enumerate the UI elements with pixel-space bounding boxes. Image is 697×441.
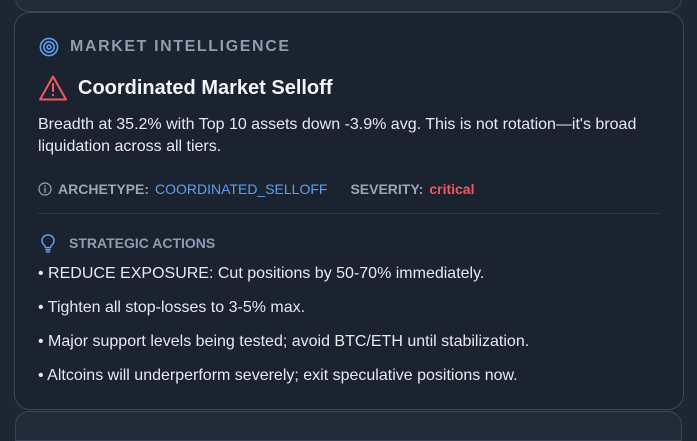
action-item: • Tighten all stop-losses to 3-5% max. [38,299,306,316]
actions-list: • REDUCE EXPOSURE: Cut positions by 50-7… [38,263,529,399]
action-item: • REDUCE EXPOSURE: Cut positions by 50-7… [38,265,485,282]
alert-header: Coordinated Market Selloff [38,73,332,103]
alert-title: Coordinated Market Selloff [78,76,333,99]
target-icon [39,37,59,57]
divider [38,213,661,214]
archetype-value: COORDINATED_SELLOFF [155,181,328,197]
lightbulb-icon [39,233,57,253]
severity-label: SEVERITY: [350,181,424,197]
severity-value: critical [429,181,475,197]
previous-card [15,0,682,12]
actions-header: STRATEGIC ACTIONS [39,233,215,253]
next-card [15,411,682,441]
actions-title: STRATEGIC ACTIONS [69,235,216,251]
action-item: • Major support levels being tested; avo… [38,333,530,350]
meta-row: ARCHETYPE: COORDINATED_SELLOFF SEVERITY:… [38,180,474,198]
info-icon [38,182,52,196]
section-header: MARKET INTELLIGENCE [39,37,291,57]
action-item: • Altcoins will underperform severely; e… [38,367,518,384]
archetype-label: ARCHETYPE: [58,181,150,197]
section-title: MARKET INTELLIGENCE [70,38,291,55]
alert-description: Breadth at 35.2% with Top 10 assets down… [38,116,637,155]
warning-triangle-icon [38,74,68,102]
market-intelligence-card: MARKET INTELLIGENCE Coordinated Market S… [14,12,684,410]
